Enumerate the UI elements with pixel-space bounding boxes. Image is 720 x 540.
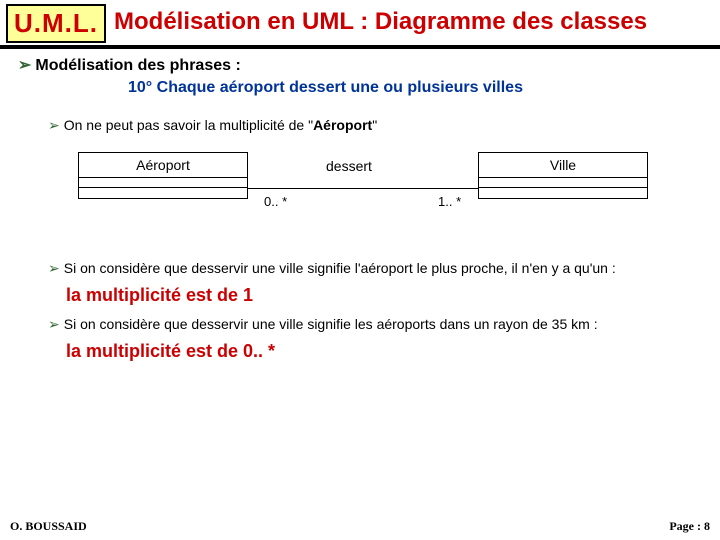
case2-text: Si on considère que desservir une ville … (64, 316, 598, 332)
conclusion1: la multiplicité est de 1 (66, 285, 702, 306)
class-ops (479, 188, 647, 198)
note-line: ➢On ne peut pas savoir la multiplicité d… (48, 117, 702, 134)
note-suffix: " (372, 117, 377, 133)
class-ops (79, 188, 247, 198)
bullet-arrow-icon: ➢ (48, 117, 60, 133)
uml-diagram: Aéroport Ville dessert 0.. * 1.. * (78, 152, 702, 242)
class-ville: Ville (478, 152, 648, 199)
section-heading: ➢Modélisation des phrases : (18, 55, 702, 75)
association-label: dessert (326, 158, 372, 174)
class-name: Ville (479, 153, 647, 178)
content: ➢Modélisation des phrases : 10° Chaque a… (0, 49, 720, 362)
author-name: O. BOUSSAID (10, 519, 87, 534)
case1-line: ➢Si on considère que desservir une ville… (48, 260, 702, 277)
phrase-text: 10° Chaque aéroport dessert une ou plusi… (128, 79, 702, 97)
heading-text: Modélisation des phrases : (35, 57, 240, 74)
class-attrs (479, 178, 647, 188)
class-attrs (79, 178, 247, 188)
multiplicity-right: 1.. * (438, 194, 461, 209)
bullet-arrow-icon: ➢ (18, 57, 31, 74)
header: U.M.L. Modélisation en UML : Diagramme d… (0, 0, 720, 49)
page-number: Page : 8 (669, 519, 710, 534)
case1-text: Si on considère que desservir une ville … (64, 260, 616, 276)
association-line (248, 188, 478, 189)
footer: O. BOUSSAID Page : 8 (0, 519, 720, 534)
multiplicity-left: 0.. * (264, 194, 287, 209)
class-aeroport: Aéroport (78, 152, 248, 199)
bullet-arrow-icon: ➢ (48, 260, 60, 276)
note-bold: Aéroport (313, 117, 372, 133)
case2-line: ➢Si on considère que desservir une ville… (48, 316, 702, 333)
bullet-arrow-icon: ➢ (48, 316, 60, 332)
class-name: Aéroport (79, 153, 247, 178)
slide-title: Modélisation en UML : Diagramme des clas… (106, 4, 714, 43)
conclusion2: la multiplicité est de 0.. * (66, 341, 702, 362)
logo-badge: U.M.L. (6, 4, 106, 43)
note-prefix: On ne peut pas savoir la multiplicité de… (64, 117, 313, 133)
